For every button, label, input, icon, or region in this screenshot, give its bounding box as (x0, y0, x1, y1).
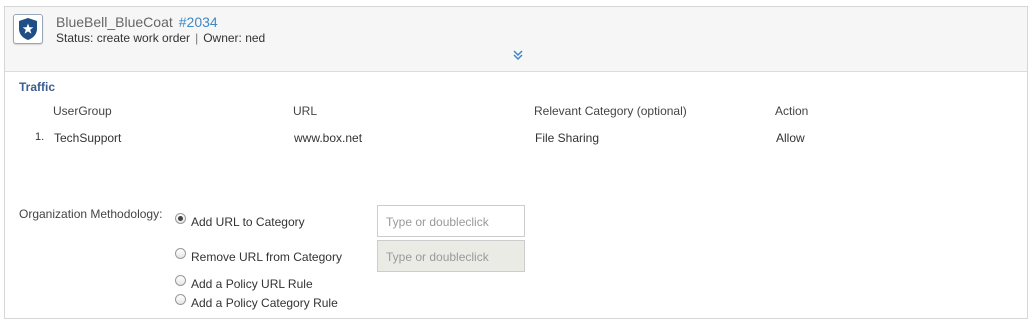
radio-label-policy-url-rule[interactable]: Add a Policy URL Rule (191, 277, 313, 291)
owner-text: Owner: ned (203, 31, 266, 45)
status-text: Status: create work order (56, 31, 191, 45)
column-header-url: URL (293, 104, 318, 118)
radio-add-policy-url-rule[interactable] (175, 275, 186, 286)
methodology-label: Organization Methodology: (19, 207, 163, 221)
column-header-usergroup: UserGroup (53, 104, 112, 118)
traffic-section-title: Traffic (19, 80, 56, 94)
ticket-header: BlueBell_BlueCoat #2034 Status: create wo… (5, 7, 1027, 72)
column-header-category: Relevant Category (optional) (534, 104, 687, 118)
table-row[interactable] (19, 120, 1014, 174)
ticket-title: BlueBell_BlueCoat #2034 (56, 14, 218, 30)
ticket-number[interactable]: #2034 (179, 14, 218, 30)
cell-action: Allow (776, 131, 805, 145)
workflow-name: BlueBell_BlueCoat (56, 14, 173, 30)
radio-label-remove-url[interactable]: Remove URL from Category (191, 250, 342, 264)
radio-remove-url-from-category[interactable] (175, 248, 186, 259)
radio-add-policy-category-rule[interactable] (175, 294, 186, 305)
column-header-action: Action (775, 104, 809, 118)
remove-url-category-input: Type or doubleclick (377, 240, 525, 272)
status-line: Status: create work order | Owner: ned (56, 31, 265, 45)
add-url-category-input[interactable]: Type or doubleclick (377, 205, 525, 237)
radio-label-add-url[interactable]: Add URL to Category (191, 215, 305, 229)
radio-add-url-to-category[interactable] (175, 213, 186, 224)
cell-usergroup: TechSupport (54, 131, 122, 145)
cell-category: File Sharing (535, 131, 600, 145)
status-separator: | (195, 31, 199, 45)
cell-url: www.box.net (294, 131, 363, 145)
shield-star-icon (13, 14, 43, 44)
traffic-table (19, 120, 1014, 174)
double-chevron-down-icon[interactable] (512, 48, 524, 61)
radio-label-policy-category-rule[interactable]: Add a Policy Category Rule (191, 296, 338, 310)
row-number: 1. (35, 131, 45, 143)
